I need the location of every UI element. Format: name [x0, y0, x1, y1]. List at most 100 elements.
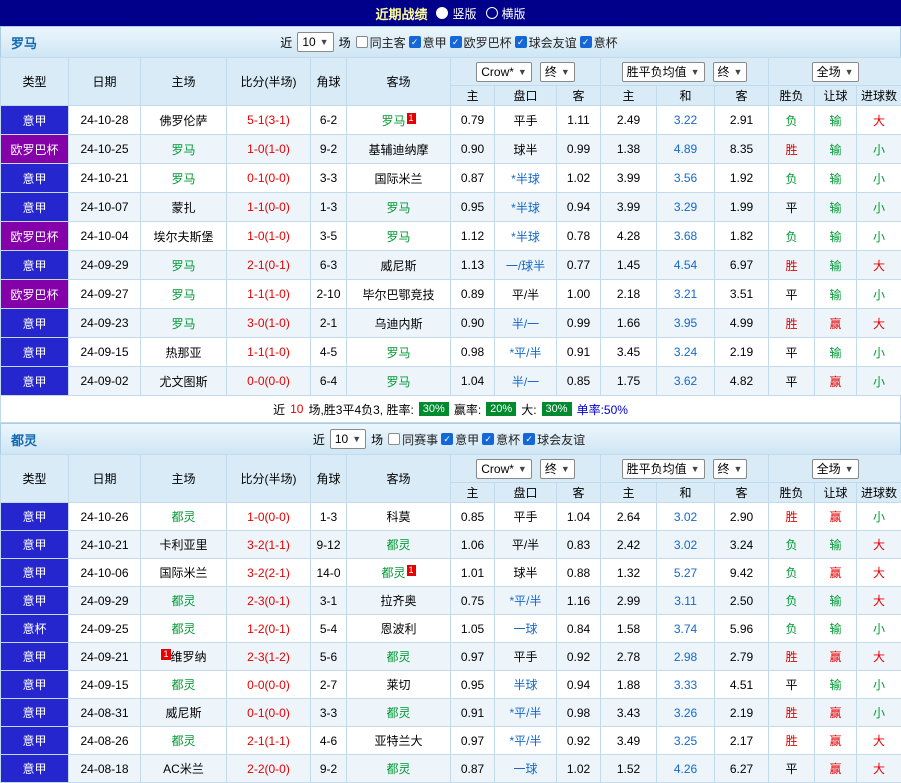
away-odds-cell: 0.99: [557, 309, 601, 338]
team-link[interactable]: 都灵: [386, 538, 410, 552]
radio-unselected-icon[interactable]: [486, 7, 498, 19]
handicap-group-header: Crow*▼ 终▼: [451, 455, 601, 483]
corner-cell: 5-4: [311, 615, 347, 643]
checkbox-icon[interactable]: [388, 433, 400, 445]
checkbox-icon[interactable]: ✓: [523, 433, 535, 445]
filter-checkbox[interactable]: ✓意杯: [482, 431, 520, 448]
team-link[interactable]: 都灵: [171, 734, 195, 748]
filter-checkbox[interactable]: ✓欧罗巴杯: [450, 34, 512, 51]
score-cell: 1-0(1-0): [227, 135, 311, 164]
team-link[interactable]: 都灵: [171, 622, 195, 636]
team-link[interactable]: 亚特兰大: [374, 734, 422, 748]
team-link[interactable]: 埃尔夫斯堡: [153, 230, 213, 244]
team-link[interactable]: 罗马: [386, 230, 410, 244]
checkbox-icon[interactable]: ✓: [515, 36, 527, 48]
layout-radio-horizontal[interactable]: 横版: [486, 5, 526, 22]
chevron-down-icon: ▼: [845, 67, 854, 77]
team-link[interactable]: 佛罗伦萨: [159, 114, 207, 128]
team-link[interactable]: 罗马: [386, 375, 410, 389]
team-link[interactable]: 都灵: [171, 510, 195, 524]
team-link[interactable]: 拉齐奥: [380, 594, 416, 608]
team-link[interactable]: 恩波利: [380, 622, 416, 636]
avg-odds-select[interactable]: 胜平负均值▼: [622, 62, 705, 82]
radio-selected-icon[interactable]: [436, 7, 448, 19]
layout-radio-vertical[interactable]: 竖版: [436, 5, 476, 22]
score-cell: 1-0(1-0): [227, 222, 311, 251]
team-link[interactable]: AC米兰: [163, 762, 204, 776]
team-link[interactable]: 尤文图斯: [159, 375, 207, 389]
final-select[interactable]: 终▼: [540, 459, 575, 479]
team-link[interactable]: 都灵: [381, 566, 405, 580]
match-count-select[interactable]: 10▼: [297, 32, 333, 52]
team-link[interactable]: 威尼斯: [380, 259, 416, 273]
score-cell: 2-2(0-0): [227, 755, 311, 783]
summary-segment: 30%: [419, 402, 449, 416]
away-team-cell: 亚特兰大: [347, 727, 451, 755]
team-link[interactable]: 科莫: [386, 510, 410, 524]
summary-segment: 20%: [486, 402, 516, 416]
checkbox-icon[interactable]: [356, 36, 368, 48]
filter-checkbox[interactable]: ✓意杯: [580, 34, 618, 51]
match-count-select[interactable]: 10▼: [330, 429, 366, 449]
final-select-2[interactable]: 终▼: [713, 459, 748, 479]
team-link[interactable]: 罗马: [171, 288, 195, 302]
avg-home-cell: 3.99: [601, 193, 657, 222]
team-link[interactable]: 都灵: [171, 594, 195, 608]
team-link[interactable]: 蒙扎: [171, 201, 195, 215]
team-link[interactable]: 罗马: [386, 346, 410, 360]
team-link[interactable]: 威尼斯: [165, 706, 201, 720]
team-link[interactable]: 罗马: [171, 259, 195, 273]
filter-checkbox[interactable]: ✓球会友谊: [523, 431, 585, 448]
home-team-cell: AC米兰: [141, 755, 227, 783]
team-link[interactable]: 国际米兰: [374, 172, 422, 186]
team-link[interactable]: 毕尔巴鄂竞技: [362, 288, 434, 302]
avg-odds-select[interactable]: 胜平负均值▼: [622, 459, 705, 479]
avg-home-cell: 1.52: [601, 755, 657, 783]
filter-checkbox[interactable]: 同赛事: [388, 431, 438, 448]
team-link[interactable]: 维罗纳: [171, 650, 207, 664]
team-link[interactable]: 基辅迪纳摩: [368, 143, 428, 157]
handicap-result-cell: 输: [815, 587, 857, 615]
team-link[interactable]: 乌迪内斯: [374, 317, 422, 331]
goals-result-cell: 小: [857, 503, 901, 531]
team-link[interactable]: 罗马: [381, 114, 405, 128]
match-count-value: 10: [302, 35, 315, 49]
red-card-badge: 1: [407, 113, 416, 124]
team-link[interactable]: 莱切: [386, 678, 410, 692]
company-select[interactable]: Crow*▼: [476, 62, 532, 82]
scope-select[interactable]: 全场▼: [812, 62, 859, 82]
team-section-roma: 罗马 近 10▼ 场 同主客✓意甲✓欧罗巴杯✓球会友谊✓意杯 类型 日期 主场 …: [0, 26, 901, 423]
team-link[interactable]: 卡利亚里: [159, 538, 207, 552]
team-link[interactable]: 罗马: [171, 317, 195, 331]
team-link[interactable]: 罗马: [171, 143, 195, 157]
away-team-cell: 科莫: [347, 503, 451, 531]
chevron-down-icon: ▼: [561, 464, 570, 474]
team-link[interactable]: 都灵: [171, 678, 195, 692]
final-select[interactable]: 终▼: [540, 62, 575, 82]
scope-select[interactable]: 全场▼: [812, 459, 859, 479]
team-link[interactable]: 国际米兰: [159, 566, 207, 580]
checkbox-icon[interactable]: ✓: [580, 36, 592, 48]
team-link[interactable]: 罗马: [171, 172, 195, 186]
team-link[interactable]: 热那亚: [165, 346, 201, 360]
away-odds-cell: 0.92: [557, 643, 601, 671]
checkbox-icon[interactable]: ✓: [409, 36, 421, 48]
matches-table-roma: 类型 日期 主场 比分(半场) 角球 客场 Crow*▼ 终▼ 胜平负均值▼ 终…: [0, 57, 901, 396]
team-link[interactable]: 罗马: [386, 201, 410, 215]
checkbox-icon[interactable]: ✓: [450, 36, 462, 48]
filter-checkbox[interactable]: ✓意甲: [409, 34, 447, 51]
checkbox-icon[interactable]: ✓: [441, 433, 453, 445]
final-select-2[interactable]: 终▼: [713, 62, 748, 82]
away-odds-cell: 1.00: [557, 280, 601, 309]
filter-checkbox[interactable]: ✓意甲: [441, 431, 479, 448]
filter-checkbox[interactable]: 同主客: [356, 34, 406, 51]
games-label: 场: [371, 431, 383, 448]
filter-checkbox[interactable]: ✓球会友谊: [515, 34, 577, 51]
team-link[interactable]: 都灵: [386, 762, 410, 776]
company-select[interactable]: Crow*▼: [476, 459, 532, 479]
checkbox-icon[interactable]: ✓: [482, 433, 494, 445]
home-odds-cell: 0.89: [451, 280, 495, 309]
team-link[interactable]: 都灵: [386, 650, 410, 664]
team-link[interactable]: 都灵: [386, 706, 410, 720]
away-odds-cell: 0.84: [557, 615, 601, 643]
